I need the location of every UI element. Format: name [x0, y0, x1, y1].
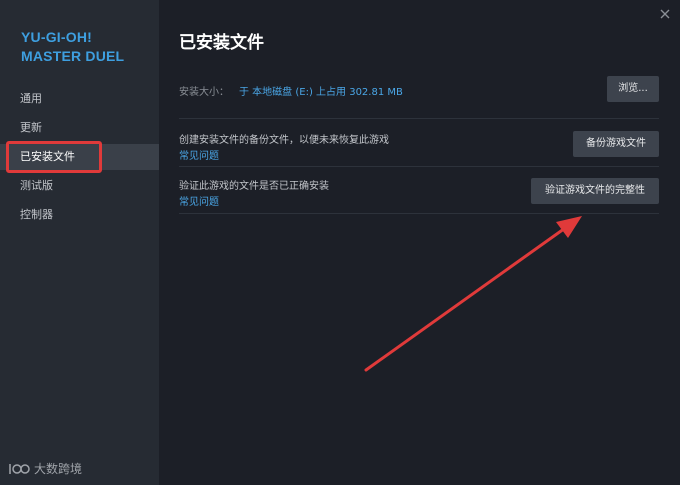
verify-faq-link[interactable]: 常见问题 — [179, 193, 219, 208]
install-size-text: 安装大小： 于 本地磁盘 (E:) 上占用 302.81 MB — [179, 83, 403, 98]
divider — [179, 213, 659, 214]
sidebar-item-betas[interactable]: 测试版 — [0, 173, 159, 199]
sidebar-item-label: 通用 — [20, 92, 42, 105]
game-title: YU-GI-OH! MASTER DUEL — [21, 28, 151, 66]
install-size-label: 安装大小： — [179, 87, 229, 98]
properties-window: YU-GI-OH! MASTER DUEL 通用 更新 已安装文件 测试版 控制… — [0, 0, 680, 485]
verify-integrity-button[interactable]: 验证游戏文件的完整性 — [531, 178, 659, 204]
page-title: 已安装文件 — [179, 33, 264, 53]
backup-game-files-button[interactable]: 备份游戏文件 — [573, 131, 659, 157]
watermark-logo-icon — [8, 462, 30, 476]
install-size-value: 于 本地磁盘 (E:) 上占用 302.81 MB — [239, 87, 403, 98]
sidebar-item-label: 已安装文件 — [20, 150, 75, 163]
sidebar-item-label: 更新 — [20, 121, 42, 134]
game-title-line2: MASTER DUEL — [21, 48, 125, 64]
sidebar-item-label: 控制器 — [20, 208, 53, 221]
watermark-text: 大数跨境 — [34, 462, 83, 476]
divider — [179, 118, 659, 119]
backup-row: 创建安装文件的备份文件，以便未来恢复此游戏 常见问题 备份游戏文件 — [179, 130, 659, 162]
sidebar-item-label: 测试版 — [20, 179, 53, 192]
sidebar-item-updates[interactable]: 更新 — [0, 115, 159, 141]
verify-description: 验证此游戏的文件是否已正确安装 — [179, 181, 329, 192]
close-icon[interactable] — [658, 6, 672, 20]
divider — [179, 166, 659, 167]
game-title-line1: YU-GI-OH! — [21, 29, 93, 45]
sidebar-item-installed-files[interactable]: 已安装文件 — [0, 144, 159, 170]
install-size-row: 安装大小： 于 本地磁盘 (E:) 上占用 302.81 MB 浏览... — [179, 76, 659, 102]
sidebar-item-general[interactable]: 通用 — [0, 86, 159, 112]
main-panel: 已安装文件 安装大小： 于 本地磁盘 (E:) 上占用 302.81 MB 浏览.… — [159, 0, 680, 485]
browse-button[interactable]: 浏览... — [607, 76, 659, 102]
sidebar-item-controller[interactable]: 控制器 — [0, 202, 159, 228]
backup-faq-link[interactable]: 常见问题 — [179, 147, 219, 162]
verify-row: 验证此游戏的文件是否已正确安装 常见问题 验证游戏文件的完整性 — [179, 176, 659, 208]
watermark: 大数跨境 — [8, 460, 82, 477]
backup-description: 创建安装文件的备份文件，以便未来恢复此游戏 — [179, 135, 389, 146]
sidebar: YU-GI-OH! MASTER DUEL 通用 更新 已安装文件 测试版 控制… — [0, 0, 159, 485]
